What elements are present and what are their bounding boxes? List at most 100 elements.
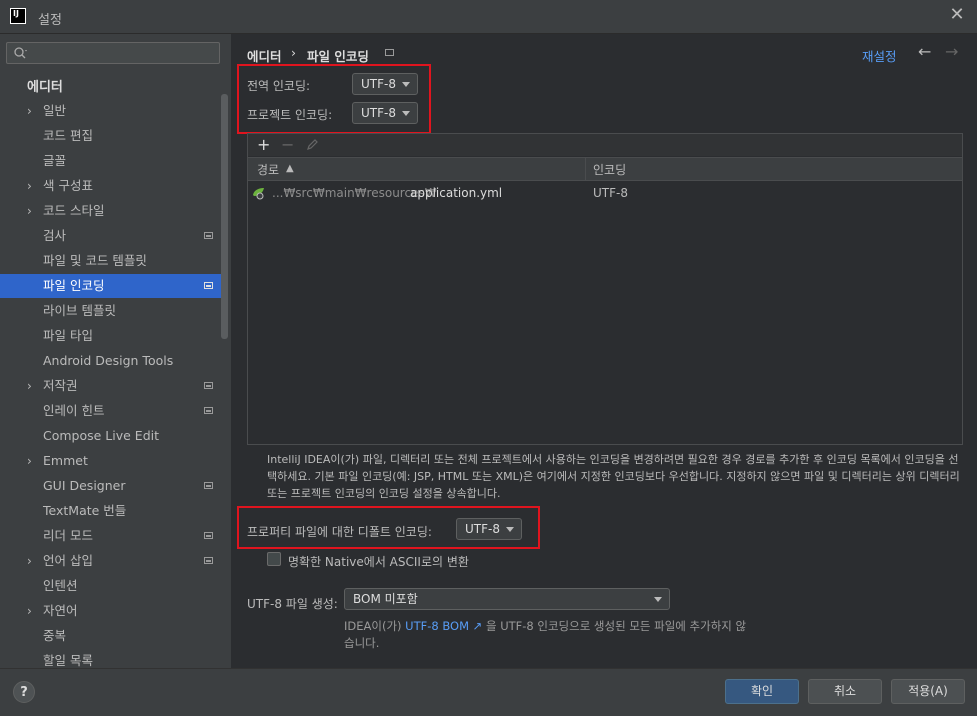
- edit-icon[interactable]: [306, 138, 319, 151]
- sidebar-item-label: 저작권: [43, 378, 78, 393]
- sidebar-item-label: 코드 편집: [43, 128, 93, 143]
- sidebar-item-label: GUI Designer: [43, 478, 126, 493]
- sidebar-item[interactable]: Android Design Tools: [0, 349, 222, 373]
- path-encoding-table: + − 경로 ▲ 인코딩 ...₩src₩main₩resources₩ app…: [247, 133, 963, 445]
- ok-button[interactable]: 확인: [725, 679, 799, 704]
- cancel-button[interactable]: 취소: [808, 679, 882, 704]
- chevron-right-icon[interactable]: ›: [27, 199, 32, 223]
- sidebar-item-label: 자연어: [43, 603, 78, 618]
- column-header-encoding[interactable]: 인코딩: [593, 161, 626, 178]
- intellij-app-icon: IJ: [10, 8, 26, 24]
- sidebar-item[interactable]: 코드 편집: [0, 124, 222, 148]
- sidebar-item[interactable]: 파일 및 코드 템플릿: [0, 249, 222, 273]
- chevron-right-icon[interactable]: ›: [27, 174, 32, 198]
- sidebar-item-label: 검사: [43, 228, 67, 243]
- project-scope-icon: [204, 407, 213, 414]
- remove-icon[interactable]: −: [281, 135, 294, 154]
- sidebar-item[interactable]: GUI Designer: [0, 474, 222, 498]
- sidebar-item[interactable]: 인텐션: [0, 574, 222, 598]
- project-scope-icon: [204, 282, 213, 289]
- sidebar-item[interactable]: 검사: [0, 224, 222, 248]
- sidebar-item[interactable]: › 저작권: [0, 374, 222, 398]
- chevron-down-icon: [654, 597, 662, 602]
- back-arrow-icon[interactable]: ←: [918, 42, 931, 61]
- settings-search-input[interactable]: [6, 42, 220, 64]
- sidebar-item-label: 인텐션: [43, 578, 78, 593]
- chevron-right-icon[interactable]: ›: [27, 549, 32, 573]
- sidebar-item[interactable]: 인레이 힌트: [0, 399, 222, 423]
- bom-hint-prefix: IDEA이(가): [344, 619, 406, 633]
- sidebar-item-label: 중복: [43, 628, 67, 643]
- sidebar-item[interactable]: › 언어 삽입: [0, 549, 222, 573]
- sidebar-item-label: 할일 목록: [43, 653, 93, 668]
- add-icon[interactable]: +: [257, 135, 270, 154]
- sidebar-item-label: 언어 삽입: [43, 553, 93, 568]
- sidebar-item-label: 라이브 템플릿: [43, 303, 116, 318]
- sidebar-item-label: 일반: [43, 103, 67, 118]
- reset-link[interactable]: 재설정: [862, 46, 897, 65]
- highlight-box-properties: [237, 506, 540, 549]
- project-scope-icon: [204, 532, 213, 539]
- sidebar-item-label: 파일 및 코드 템플릿: [43, 253, 147, 268]
- table-toolbar: + −: [248, 134, 962, 156]
- sidebar-item-label: 파일 인코딩: [43, 278, 105, 293]
- sidebar-item[interactable]: › 코드 스타일: [0, 199, 222, 223]
- forward-arrow-icon[interactable]: →: [945, 42, 958, 61]
- sidebar-item[interactable]: 파일 인코딩: [0, 274, 222, 298]
- native-to-ascii-checkbox[interactable]: [267, 552, 281, 566]
- highlight-box-encodings: [237, 64, 431, 134]
- sidebar-scrollbar[interactable]: [221, 94, 228, 339]
- sidebar-item[interactable]: 라이브 템플릿: [0, 299, 222, 323]
- chevron-right-icon[interactable]: ›: [27, 99, 32, 123]
- help-button[interactable]: ?: [13, 681, 35, 703]
- sidebar-item[interactable]: 글꼴: [0, 149, 222, 173]
- chevron-right-icon[interactable]: ›: [27, 374, 32, 398]
- native-to-ascii-label[interactable]: 명확한 Native에서 ASCII로의 변환: [288, 553, 469, 570]
- sidebar-item[interactable]: 중복: [0, 624, 222, 648]
- project-scope-icon: [204, 382, 213, 389]
- settings-sidebar: 에디터 › 일반코드 편집글꼴 › 색 구성표 › 코드 스타일검사파일 및 코드 템플릿…: [0, 34, 231, 668]
- breadcrumb-current: 파일 인코딩: [307, 49, 369, 64]
- table-header: 경로 ▲ 인코딩: [248, 157, 962, 181]
- chevron-right-icon[interactable]: ›: [27, 449, 32, 473]
- utf8-bom-link[interactable]: UTF-8 BOM ↗: [405, 619, 482, 633]
- sidebar-item-label: 파일 타입: [43, 328, 93, 343]
- encoding-description: IntelliJ IDEA이(가) 파일, 디렉터리 또는 전체 프로젝트에서 …: [267, 453, 960, 500]
- sidebar-item-label: 색 구성표: [43, 178, 93, 193]
- sidebar-item[interactable]: 할일 목록: [0, 649, 222, 668]
- column-header-path[interactable]: 경로: [257, 161, 279, 178]
- bom-value: BOM 미포함: [353, 592, 418, 606]
- sidebar-item-label: 글꼴: [43, 153, 67, 168]
- bom-label: UTF-8 파일 생성:: [247, 597, 338, 611]
- bom-combo[interactable]: BOM 미포함: [344, 588, 670, 610]
- sidebar-item[interactable]: › 색 구성표: [0, 174, 222, 198]
- path-file: application.yml: [410, 186, 503, 200]
- sidebar-item[interactable]: 파일 타입: [0, 324, 222, 348]
- sort-ascending-icon: ▲: [286, 163, 294, 174]
- table-row[interactable]: ...₩src₩main₩resources₩ application.yml …: [248, 182, 962, 204]
- sidebar-item[interactable]: › 일반: [0, 99, 222, 123]
- search-icon: [14, 47, 27, 59]
- tree-section-editor[interactable]: 에디터: [27, 76, 63, 95]
- sidebar-item[interactable]: › 자연어: [0, 599, 222, 623]
- sidebar-item[interactable]: TextMate 번들: [0, 499, 222, 523]
- sidebar-item[interactable]: 리더 모드: [0, 524, 222, 548]
- sidebar-item[interactable]: › Emmet: [0, 449, 222, 473]
- spring-leaf-icon: [253, 188, 264, 200]
- project-scope-icon: [204, 557, 213, 564]
- apply-button[interactable]: 적용(A): [891, 679, 965, 704]
- project-scope-icon: [204, 482, 213, 489]
- close-icon[interactable]: ✕: [946, 4, 968, 26]
- sidebar-item-label: Compose Live Edit: [43, 428, 160, 443]
- sidebar-item-label: 인레이 힌트: [43, 403, 105, 418]
- sidebar-item[interactable]: Compose Live Edit: [0, 424, 222, 448]
- sidebar-item-label: Emmet: [43, 453, 88, 468]
- project-scope-icon: [204, 232, 213, 239]
- breadcrumb-editor[interactable]: 에디터: [247, 46, 282, 65]
- row-encoding[interactable]: UTF-8: [593, 186, 628, 200]
- sidebar-item-label: Android Design Tools: [43, 353, 174, 368]
- sidebar-item-label: TextMate 번들: [43, 503, 127, 518]
- chevron-right-icon[interactable]: ›: [27, 599, 32, 623]
- sidebar-item-label: 코드 스타일: [43, 203, 105, 218]
- breadcrumb-separator-icon: ›: [291, 45, 296, 60]
